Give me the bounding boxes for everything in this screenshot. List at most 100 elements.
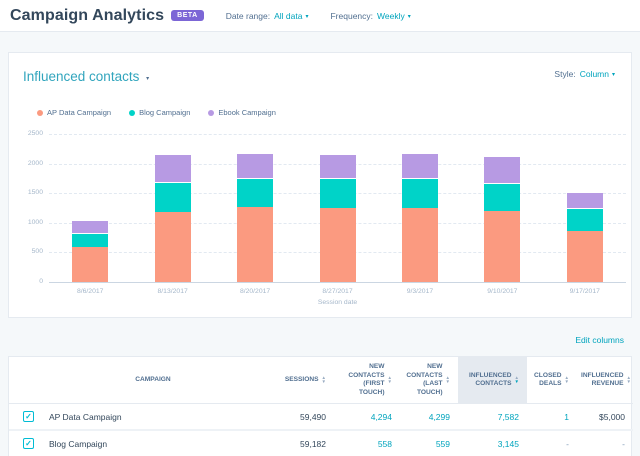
bar-segment[interactable]	[155, 182, 191, 212]
chart-metric-dropdown[interactable]: Influenced contacts ▾	[23, 69, 149, 84]
frequency-label: Frequency:	[330, 11, 373, 21]
sort-icon: ▲▼	[627, 376, 631, 384]
chevron-down-icon: ▾	[305, 13, 308, 20]
x-axis-tick: 9/10/2017	[462, 288, 542, 295]
frequency-dropdown[interactable]: Weekly▾	[377, 11, 411, 21]
bar-segment[interactable]	[320, 178, 356, 207]
stacked-column-chart: 050010001500200025008/6/20178/13/20178/2…	[9, 125, 631, 313]
edit-columns-row: Edit columns	[0, 318, 640, 356]
column-label: INFLUENCED REVENUE	[581, 372, 624, 389]
page-title: Campaign Analytics	[10, 7, 164, 25]
bar-segment[interactable]	[237, 178, 273, 207]
influenced_revenue-value: $5,000	[599, 412, 625, 422]
bar-segment[interactable]	[320, 154, 356, 179]
column-label: SESSIONS	[285, 376, 319, 385]
campaign-table-card: CAMPAIGNSESSIONS▲▼NEW CONTACTS(FIRST TOU…	[8, 356, 632, 456]
table-row: ✓Blog Campaign59,1825585593,145--	[9, 430, 633, 456]
influenced_contacts-value[interactable]: 7,582	[498, 412, 519, 422]
column-label: CAMPAIGN	[135, 376, 170, 385]
column-label: NEW CONTACTS(LAST TOUCH)	[404, 363, 443, 397]
bar-segment[interactable]	[567, 192, 603, 208]
y-axis-tick: 1000	[9, 219, 43, 226]
row-checkbox[interactable]: ✓	[23, 438, 34, 449]
bar-segment[interactable]	[567, 231, 603, 282]
campaign-table: CAMPAIGNSESSIONS▲▼NEW CONTACTS(FIRST TOU…	[9, 357, 633, 456]
x-axis-tick: 8/13/2017	[133, 288, 213, 295]
x-axis-tick: 8/6/2017	[50, 288, 130, 295]
legend-label: AP Data Campaign	[47, 108, 111, 117]
column-header-sessions[interactable]: SESSIONS▲▼	[265, 357, 334, 404]
bar-segment[interactable]	[320, 208, 356, 282]
style-picker: Style: Column▾	[554, 69, 615, 79]
legend-label: Ebook Campaign	[218, 108, 276, 117]
column-header-influenced_contacts[interactable]: INFLUENCED CONTACTS▲▼	[458, 357, 527, 404]
y-axis-tick: 2500	[9, 130, 43, 137]
bar-segment[interactable]	[72, 220, 108, 232]
bar-segment[interactable]	[484, 211, 520, 282]
bar-segment[interactable]	[237, 207, 273, 282]
influenced_contacts-value[interactable]: 3,145	[498, 439, 519, 449]
checkbox-cell: ✓	[9, 404, 45, 431]
x-axis-title: Session date	[49, 299, 626, 306]
column-header-new_contacts_last[interactable]: NEW CONTACTS(LAST TOUCH)▲▼	[400, 357, 458, 404]
bar-segment[interactable]	[155, 212, 191, 282]
closed_deals-cell: 1	[527, 404, 577, 431]
gridline	[49, 134, 626, 135]
top-bar: Campaign Analytics BETA Date range: All …	[0, 0, 640, 32]
sessions-cell: 59,182	[265, 430, 334, 456]
new_contacts_first-value[interactable]: 558	[378, 439, 392, 449]
new_contacts_first-value[interactable]: 4,294	[371, 412, 392, 422]
date-range-label: Date range:	[226, 11, 270, 21]
table-header-row: CAMPAIGNSESSIONS▲▼NEW CONTACTS(FIRST TOU…	[9, 357, 633, 404]
x-axis-tick: 9/3/2017	[380, 288, 460, 295]
bar-segment[interactable]	[402, 178, 438, 208]
legend-dot	[208, 110, 214, 116]
x-axis-tick: 8/27/2017	[298, 288, 378, 295]
column-label: CLOSED DEALS	[531, 372, 562, 389]
sort-icon: ▲▼	[322, 376, 326, 384]
bar-segment[interactable]	[567, 208, 603, 231]
x-axis-tick: 8/20/2017	[215, 288, 295, 295]
y-axis-tick: 1500	[9, 189, 43, 196]
legend-item[interactable]: Blog Campaign	[129, 108, 190, 117]
bar-segment[interactable]	[402, 153, 438, 178]
influenced_contacts-cell: 7,582	[458, 404, 527, 431]
bar-segment[interactable]	[402, 208, 438, 282]
edit-columns-link[interactable]: Edit columns	[575, 335, 624, 345]
style-label: Style:	[554, 69, 575, 79]
new_contacts_last-value[interactable]: 559	[436, 439, 450, 449]
bar-segment[interactable]	[484, 183, 520, 211]
new_contacts_last-cell: 4,299	[400, 404, 458, 431]
column-header-new_contacts_first[interactable]: NEW CONTACTS(FIRST TOUCH)▲▼	[334, 357, 400, 404]
bar-segment[interactable]	[72, 233, 108, 248]
checkbox-column-header	[9, 357, 45, 404]
legend-item[interactable]: AP Data Campaign	[37, 108, 111, 117]
chevron-down-icon: ▾	[408, 13, 411, 20]
legend-dot	[37, 110, 43, 116]
sort-icon: ▲▼	[565, 376, 569, 384]
influenced_revenue-cell: $5,000	[577, 404, 633, 431]
column-label: NEW CONTACTS(FIRST TOUCH)	[338, 363, 385, 397]
table-row: ✓AP Data Campaign59,4904,2944,2997,5821$…	[9, 404, 633, 431]
bar-segment[interactable]	[72, 247, 108, 282]
legend-label: Blog Campaign	[139, 108, 190, 117]
bar-segment[interactable]	[237, 153, 273, 178]
new_contacts_last-value[interactable]: 4,299	[429, 412, 450, 422]
bar-segment[interactable]	[484, 156, 520, 183]
checkbox-cell: ✓	[9, 430, 45, 456]
date-range-control: Date range: All data▾	[226, 11, 309, 21]
sort-icon: ▲▼	[515, 376, 519, 384]
influenced_contacts-cell: 3,145	[458, 430, 527, 456]
style-dropdown[interactable]: Column▾	[580, 69, 615, 79]
chevron-down-icon: ▾	[612, 71, 615, 78]
legend-dot	[129, 110, 135, 116]
date-range-dropdown[interactable]: All data▾	[274, 11, 308, 21]
bar-segment[interactable]	[155, 154, 191, 182]
column-header-closed_deals[interactable]: CLOSED DEALS▲▼	[527, 357, 577, 404]
legend-item[interactable]: Ebook Campaign	[208, 108, 276, 117]
column-header-influenced_revenue[interactable]: INFLUENCED REVENUE▲▼	[577, 357, 633, 404]
closed_deals-value[interactable]: 1	[564, 412, 569, 422]
campaign-name-cell: Blog Campaign	[45, 430, 265, 456]
chevron-down-icon: ▾	[146, 75, 149, 82]
row-checkbox[interactable]: ✓	[23, 411, 34, 422]
